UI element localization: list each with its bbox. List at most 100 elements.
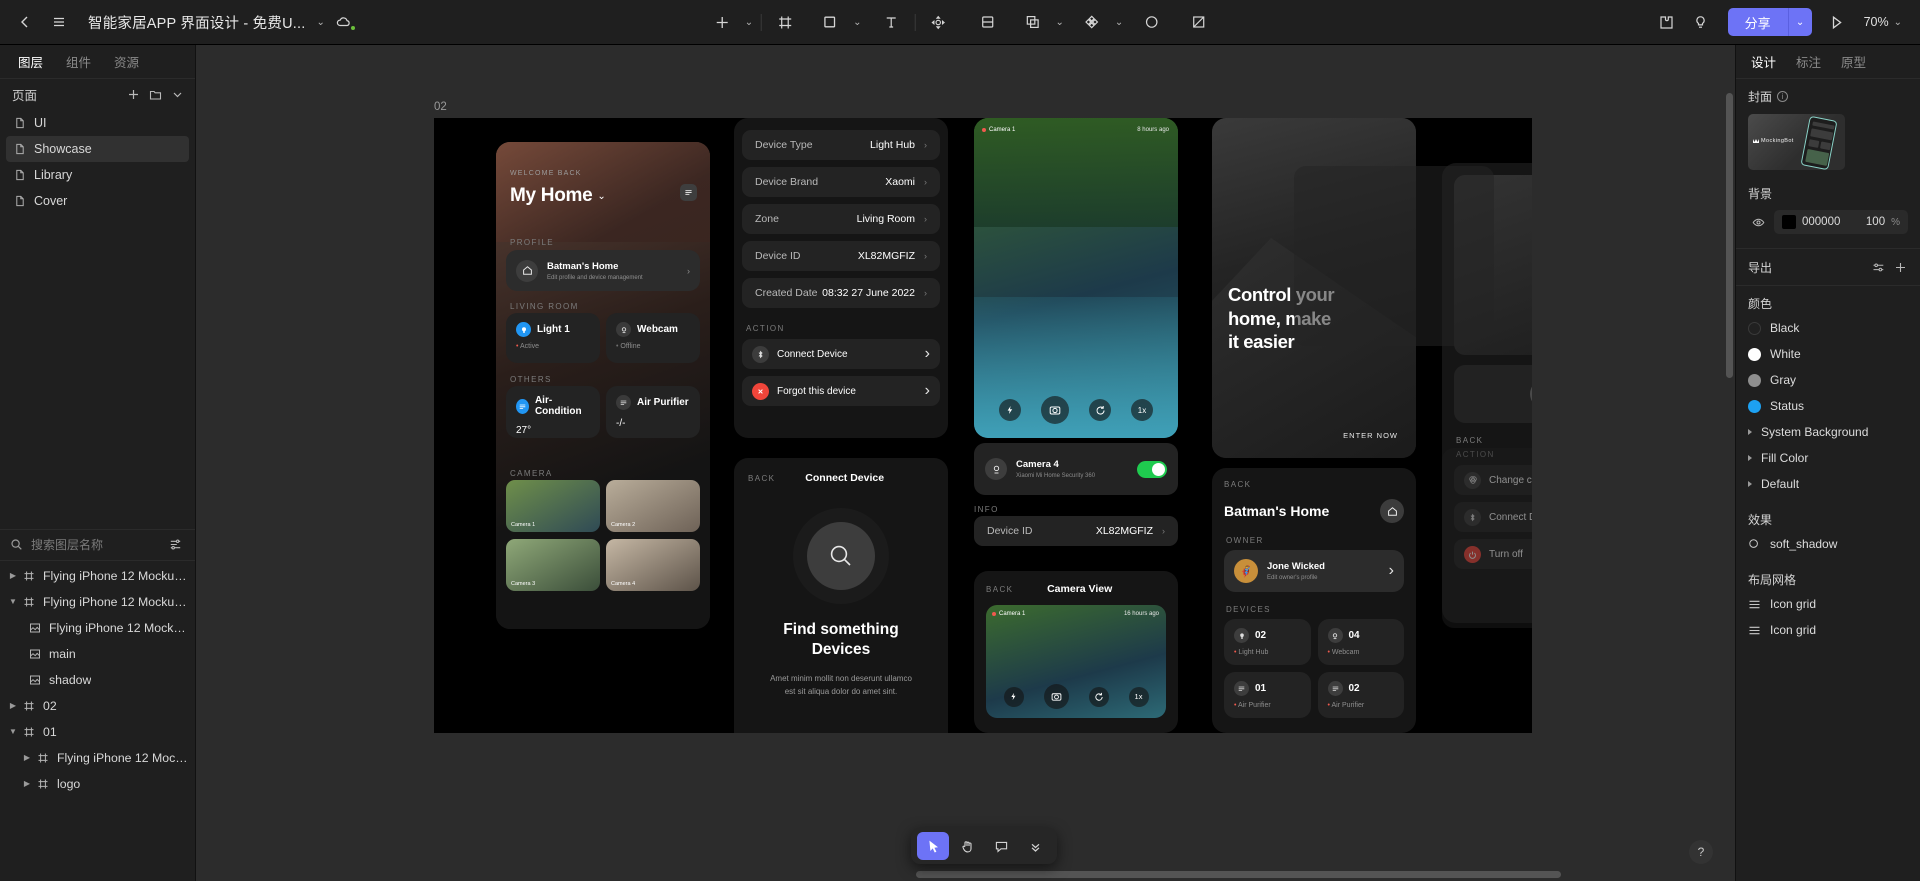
- home-icon[interactable]: [1380, 499, 1404, 523]
- camera-toggle[interactable]: [1137, 460, 1167, 478]
- home-menu-icon[interactable]: [680, 184, 697, 201]
- detail-row[interactable]: Device ID XL82MGFIZ ›: [742, 241, 940, 271]
- share-button[interactable]: 分享 ⌄: [1727, 8, 1812, 36]
- screen-owner[interactable]: BACK Batman's Home OWNER 🦸 Jone Wicked E…: [1212, 468, 1416, 733]
- screen-my-home[interactable]: WELCOME BACK My Home ⌄ PROFILE Batman's …: [496, 142, 710, 629]
- color-style-white[interactable]: White: [1736, 341, 1920, 367]
- text-tool-icon[interactable]: [877, 7, 907, 37]
- camera-thumb-4[interactable]: Camera 4: [606, 539, 700, 591]
- canvas-vertical-scrollbar[interactable]: [1726, 93, 1733, 378]
- color-group-default[interactable]: Default: [1736, 471, 1920, 497]
- zoom-1x-button[interactable]: 1x: [1131, 399, 1153, 421]
- grid-icon-grid-2[interactable]: Icon grid: [1736, 617, 1920, 643]
- refresh-icon[interactable]: [1088, 686, 1109, 707]
- page-item-ui[interactable]: UI: [6, 110, 189, 136]
- eye-icon[interactable]: [1748, 212, 1768, 232]
- lightbulb-icon[interactable]: [1686, 7, 1716, 37]
- tab-resources[interactable]: 资源: [104, 48, 149, 75]
- card-camera-device[interactable]: Camera 4 Xiaomi Mi Home Security 360: [974, 443, 1178, 495]
- page-item-cover[interactable]: Cover: [6, 188, 189, 214]
- transform-tool-icon[interactable]: [924, 7, 954, 37]
- document-title-caret[interactable]: ⌄: [316, 17, 324, 28]
- insert-tool-icon[interactable]: [707, 7, 737, 37]
- tab-prototype[interactable]: 原型: [1832, 48, 1875, 75]
- layer-row[interactable]: main: [0, 641, 195, 667]
- layer-row[interactable]: ▼ 01: [0, 719, 195, 745]
- page-item-showcase[interactable]: Showcase: [6, 136, 189, 162]
- plus-icon[interactable]: [123, 84, 143, 104]
- camera-thumb-3[interactable]: Camera 3: [506, 539, 600, 591]
- expand-arrow-icon[interactable]: ▶: [20, 753, 34, 762]
- effect-soft-shadow[interactable]: soft_shadow: [1736, 531, 1920, 557]
- color-group-fill-color[interactable]: Fill Color: [1736, 445, 1920, 471]
- expand-arrow-icon[interactable]: ▶: [6, 701, 20, 710]
- device-count-tile[interactable]: 01 • Air Purifier: [1224, 672, 1311, 718]
- layer-row[interactable]: ▶ Flying iPhone 12 Mockup ...: [0, 745, 195, 771]
- chevron-down-icon[interactable]: [167, 84, 187, 104]
- screen-camera-live[interactable]: Camera 1 8 hours ago 1x: [974, 118, 1178, 438]
- cloud-sync-icon[interactable]: [329, 7, 359, 37]
- zoom-control[interactable]: 70% ⌄: [1856, 11, 1906, 33]
- grid-icon-grid-1[interactable]: Icon grid: [1736, 591, 1920, 617]
- layer-row[interactable]: ▼ Flying iPhone 12 Mockup Left...: [0, 589, 195, 615]
- camera-thumb-1[interactable]: Camera 1: [506, 480, 600, 532]
- plus-icon[interactable]: [1890, 257, 1910, 277]
- color-style-status[interactable]: Status: [1736, 393, 1920, 419]
- refresh-icon[interactable]: [1089, 399, 1111, 421]
- action-forgot-device[interactable]: Forgot this device ›: [742, 376, 940, 406]
- capture-icon[interactable]: [1041, 396, 1069, 424]
- shape-tool-icon[interactable]: [815, 7, 845, 37]
- boolean-tool-caret[interactable]: ⌄: [1056, 17, 1064, 28]
- tab-layers[interactable]: 图层: [8, 48, 53, 75]
- insert-tool-caret[interactable]: ⌄: [745, 17, 753, 28]
- device-count-tile[interactable]: 02 • Light Hub: [1224, 619, 1311, 665]
- color-style-black[interactable]: Black: [1736, 315, 1920, 341]
- folder-icon[interactable]: [145, 84, 165, 104]
- back-label[interactable]: BACK: [1224, 480, 1404, 489]
- layer-row[interactable]: ▶ logo: [0, 771, 195, 797]
- device-tile-ac[interactable]: Air-Condition 27°: [506, 386, 600, 438]
- back-label[interactable]: BACK: [748, 474, 775, 483]
- device-count-tile[interactable]: 02 • Air Purifier: [1317, 672, 1404, 718]
- frame-name-label[interactable]: 02: [434, 101, 447, 113]
- sliders-icon[interactable]: [1868, 257, 1888, 277]
- flash-icon[interactable]: [999, 399, 1021, 421]
- share-button-caret[interactable]: ⌄: [1787, 8, 1812, 36]
- detail-row[interactable]: Device Brand Xaomi ›: [742, 167, 940, 197]
- screen-camera-view[interactable]: BACK Camera View Camera 1 16 hours ago 1…: [974, 571, 1178, 733]
- expand-arrow-icon[interactable]: [1748, 429, 1752, 435]
- device-tile-purifier[interactable]: Air Purifier -/-: [606, 386, 700, 438]
- collapse-arrow-icon[interactable]: ▼: [6, 727, 20, 736]
- present-play-icon[interactable]: [1822, 7, 1852, 37]
- boolean-tool-icon[interactable]: [1018, 7, 1048, 37]
- canvas-horizontal-scrollbar[interactable]: [916, 871, 1561, 878]
- more-tools-button[interactable]: [1019, 832, 1051, 860]
- background-color-swatch[interactable]: [1782, 215, 1796, 229]
- tab-components[interactable]: 组件: [56, 48, 101, 75]
- comment-tool-button[interactable]: [985, 832, 1017, 860]
- screen-device-detail[interactable]: Device Type Light Hub › Device Brand Xaom…: [734, 118, 948, 438]
- select-tool-button[interactable]: [917, 832, 949, 860]
- expand-arrow-icon[interactable]: ▶: [20, 779, 34, 788]
- detail-row[interactable]: Device Type Light Hub ›: [742, 130, 940, 160]
- expand-arrow-icon[interactable]: ▶: [6, 571, 20, 580]
- tab-design[interactable]: 设计: [1742, 48, 1785, 75]
- layer-row[interactable]: ▶ Flying iPhone 12 Mockup Left...: [0, 563, 195, 589]
- action-connect-device[interactable]: Connect Device ›: [742, 339, 940, 369]
- slice-tool-icon[interactable]: [1183, 7, 1213, 37]
- plugin-icon[interactable]: [1652, 7, 1682, 37]
- ellipse-tool-icon[interactable]: [1136, 7, 1166, 37]
- artboard[interactable]: WELCOME BACK My Home ⌄ PROFILE Batman's …: [434, 118, 1532, 733]
- frame-tool-icon[interactable]: [770, 7, 800, 37]
- home-title-caret[interactable]: ⌄: [597, 191, 605, 202]
- back-label[interactable]: BACK: [986, 585, 1013, 594]
- info-device-id-row[interactable]: Device ID XL82MGFIZ ›: [974, 516, 1178, 546]
- back-icon[interactable]: [10, 7, 40, 37]
- page-item-library[interactable]: Library: [6, 162, 189, 188]
- owner-card[interactable]: 🦸 Jone Wicked Edit owner's profile ›: [1224, 550, 1404, 592]
- screen-connect-device[interactable]: BACK Connect Device Find something Devic…: [734, 458, 948, 733]
- camera-thumb-2[interactable]: Camera 2: [606, 480, 700, 532]
- layer-row[interactable]: ▶ 02: [0, 693, 195, 719]
- info-icon[interactable]: i: [1777, 91, 1789, 102]
- device-count-tile[interactable]: 04 • Webcam: [1317, 619, 1404, 665]
